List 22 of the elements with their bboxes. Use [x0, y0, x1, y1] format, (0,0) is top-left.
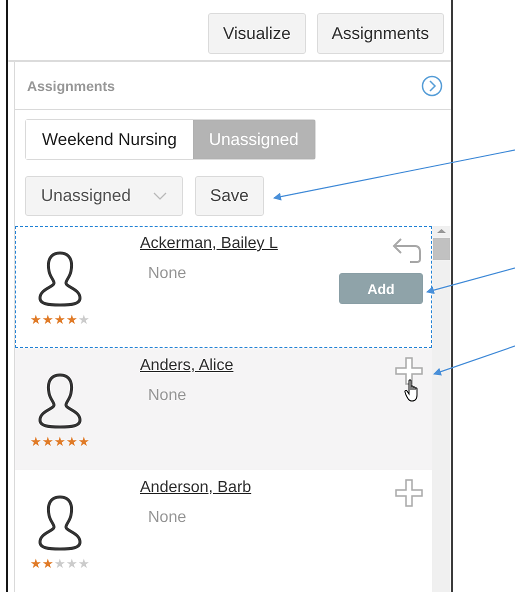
assignment-text: None: [148, 509, 188, 527]
star-rating: ★★★★★: [30, 435, 90, 448]
scrollbar-thumb[interactable]: [433, 238, 450, 260]
toolbar-button[interactable]: Assignments: [316, 13, 444, 54]
star-rating: ★★★★★: [30, 313, 90, 326]
person-name-link[interactable]: Anders, Alice: [140, 357, 395, 375]
toolbar-button[interactable]: Visualize: [208, 13, 306, 54]
assignment-text: None: [148, 265, 188, 283]
panel-title: Assignments: [27, 78, 115, 94]
scrollbar[interactable]: [432, 226, 451, 592]
person-name-link[interactable]: Ackerman, Bailey L: [140, 235, 339, 253]
chevron-down-icon: [152, 191, 168, 201]
star-rating: ★★★★★: [30, 557, 90, 570]
status-dropdown[interactable]: Unassigned: [25, 176, 183, 216]
person-row[interactable]: ★★★★★ Anders, Alice None: [15, 348, 432, 470]
plus-icon[interactable]: [395, 357, 423, 385]
assignment-text: None: [148, 387, 188, 405]
save-button[interactable]: Save: [195, 176, 264, 216]
person-row[interactable]: ★★★★★ Anderson, Barb None: [15, 470, 432, 592]
person-name-link[interactable]: Anderson, Barb: [140, 479, 395, 497]
expand-icon[interactable]: [421, 74, 443, 96]
plus-icon[interactable]: [395, 479, 423, 507]
